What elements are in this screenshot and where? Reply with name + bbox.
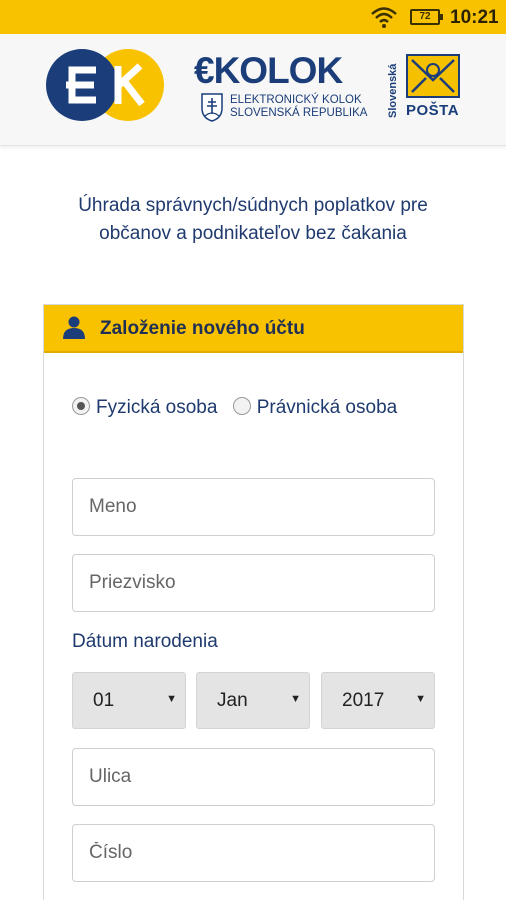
posta-vertical-label: Slovenská [387,63,399,118]
dropdown-arrow-icon: ▼ [415,693,426,705]
clock: 10:21 [450,7,499,28]
radio-legal-label[interactable]: Právnická osoba [257,397,397,418]
card-header: Založenie nového účtu [44,305,463,353]
dob-month-select[interactable]: Jan ▼ [196,672,310,729]
intro-line2: občanov a podnikateľov bez čakania [99,223,407,244]
ek-logo-icon [46,49,164,121]
wifi-icon [371,7,397,28]
date-of-birth-label: Dátum narodenia [72,631,218,652]
radio-button-checked[interactable] [72,397,90,415]
e-mark-icon: € [194,50,215,91]
posta-word: POŠTA [406,102,460,119]
card-title: Založenie nového účtu [100,318,305,339]
dob-year-select[interactable]: 2017 ▼ [321,672,435,729]
registration-card: Založenie nového účtu Fyzická osoba Práv… [43,304,464,900]
dropdown-arrow-icon: ▼ [166,693,177,705]
battery-icon: 72 [410,9,443,25]
brand-name: KOLOK [213,50,344,91]
brand-subtitle-line2: SLOVENSKÁ REPUBLIKA [230,107,368,119]
house-number-input[interactable] [72,824,435,882]
user-icon [63,316,85,339]
dropdown-arrow-icon: ▼ [290,693,301,705]
brand-subtitle-line1: ELEKTRONICKÝ KOLOK [230,94,362,106]
radio-button-unchecked[interactable] [232,397,251,415]
account-type-radio-group: Fyzická osoba Právnická osoba [72,393,452,422]
slovak-crest-icon [201,93,223,122]
dob-month-value: Jan [217,690,248,711]
ekolok-wordmark: €KOLOK [194,50,344,92]
first-name-input[interactable] [72,478,435,536]
intro-text: Úhrada správnych/súdnych poplatkov pre o… [20,192,486,248]
radio-legal-person[interactable]: Právnická osoba [232,397,397,418]
dob-year-value: 2017 [342,690,385,711]
intro-line1: Úhrada správnych/súdnych poplatkov pre [78,195,428,216]
radio-physical-label[interactable]: Fyzická osoba [96,397,217,418]
post-horn-icon [406,54,460,98]
radio-physical-person[interactable]: Fyzická osoba [72,397,223,418]
last-name-input[interactable] [72,554,435,612]
status-bar: 72 10:21 [0,0,506,34]
app-header: €KOLOK ELEKTRONICKÝ KOLOK SLOVENSKÁ REPU… [0,34,506,146]
ekolok-brand: €KOLOK ELEKTRONICKÝ KOLOK SLOVENSKÁ REPU… [194,50,367,130]
dob-day-select[interactable]: 01 ▼ [72,672,186,729]
street-input[interactable] [72,748,435,806]
brand-subtitle: ELEKTRONICKÝ KOLOK SLOVENSKÁ REPUBLIKA [230,94,367,120]
dob-day-value: 01 [93,690,115,711]
posta-logo: Slovenská POŠTA [386,54,466,124]
